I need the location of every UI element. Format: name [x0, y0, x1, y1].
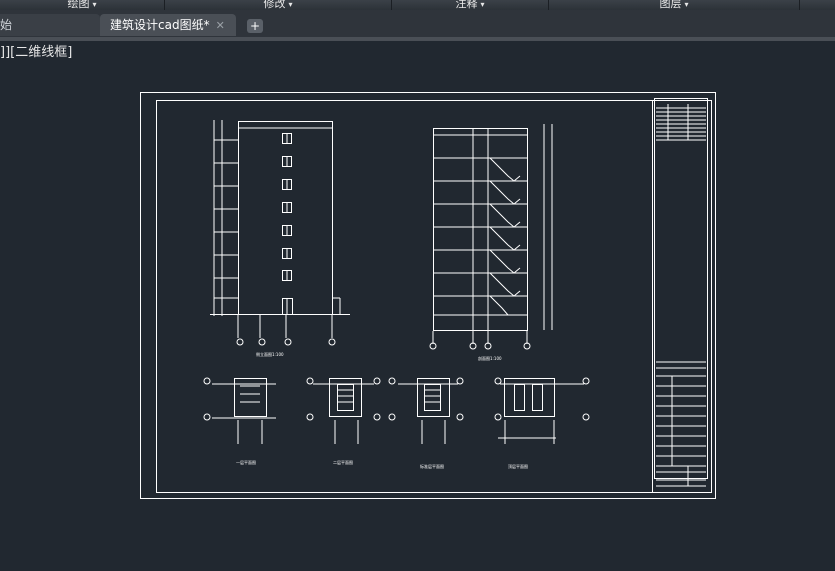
section-scale: 1:100 — [490, 356, 502, 361]
drawing-canvas[interactable]: 侧立面图 1:100 剖面图 1:100 一层平面图 二层平面图 标准层平面图 … — [0, 0, 835, 571]
side-elevation-drawing — [210, 120, 350, 346]
section-title: 剖面图 — [478, 355, 490, 361]
stair-plan-2-drawing — [306, 377, 381, 444]
stair-plan-4-drawing — [494, 377, 590, 444]
stair-plan-3-title: 标准层平面图 — [420, 463, 444, 469]
stair-plan-3-drawing — [388, 377, 464, 444]
stair-plan-1-title: 一层平面图 — [236, 459, 256, 465]
side-elevation-scale: 1:100 — [272, 352, 284, 357]
title-block — [652, 98, 712, 493]
stair-plan-4-title: 顶层平面图 — [508, 463, 528, 469]
section-drawing — [429, 124, 553, 350]
side-elevation-title: 侧立面图 — [256, 351, 272, 357]
stair-plan-2-title: 二层平面图 — [333, 459, 353, 465]
sheet-outer-border — [140, 92, 716, 499]
stair-plan-1-drawing — [203, 377, 276, 444]
